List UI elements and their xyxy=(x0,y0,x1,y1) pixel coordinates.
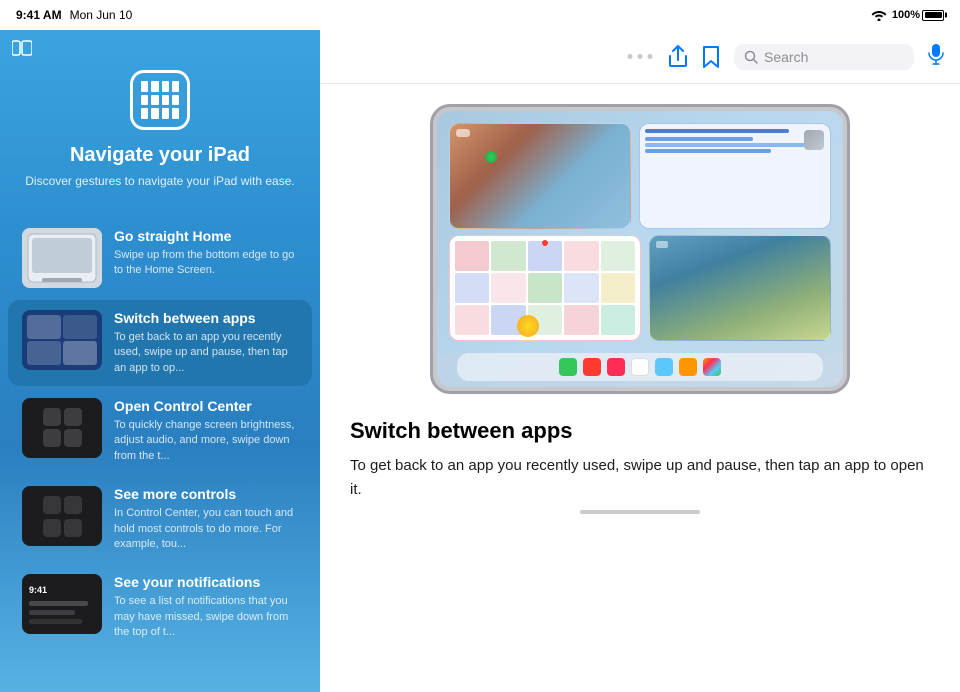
microphone-button[interactable] xyxy=(928,43,944,70)
sidebar-item-desc-more-controls: In Control Center, you can touch and hol… xyxy=(114,506,298,552)
sidebar-item-notifications[interactable]: 9:41 See your notifications To see a lis… xyxy=(8,564,312,650)
search-icon xyxy=(744,50,758,64)
layout-body: Navigate your iPad Discover gestures to … xyxy=(0,30,960,692)
article-area: Switch between apps To get back to an ap… xyxy=(320,84,960,692)
sidebar-subtitle: Discover gestures to navigate your iPad … xyxy=(20,173,300,190)
status-icons: 100% xyxy=(871,9,944,21)
sidebar-item-text-switch-apps: Switch between apps To get back to an ap… xyxy=(114,310,298,376)
sidebar-thumb-switch-apps xyxy=(22,310,102,370)
dock-icon-4 xyxy=(631,358,649,376)
sidebar-item-control-center[interactable]: Open Control Center To quickly change sc… xyxy=(8,388,312,474)
ipad-screen xyxy=(437,111,843,387)
app-card-contacts xyxy=(639,123,831,229)
circle-yellow xyxy=(517,315,539,337)
sidebar-item-desc-notifications: To see a list of notifications that you … xyxy=(114,594,298,640)
app-card-landscape xyxy=(449,123,631,229)
app-card-calendar xyxy=(449,235,641,341)
mic-icon xyxy=(928,43,944,65)
dock-icon-2 xyxy=(583,358,601,376)
sidebar-item-text-notifications: See your notifications To see a list of … xyxy=(114,574,298,640)
wifi-icon xyxy=(871,9,887,21)
sidebar-header: Navigate your iPad Discover gestures to … xyxy=(0,30,320,210)
battery-percentage: 100% xyxy=(892,9,920,21)
sidebar-item-title-control-center: Open Control Center xyxy=(114,398,298,414)
sidebar-item-desc-control-center: To quickly change screen brightness, adj… xyxy=(114,418,298,464)
multitask-grid xyxy=(437,111,843,353)
app-row-top xyxy=(449,123,831,229)
dock-icon-3 xyxy=(607,358,625,376)
dot-3 xyxy=(648,54,653,59)
dock-icon-6 xyxy=(679,358,697,376)
share-button[interactable] xyxy=(668,45,688,69)
search-input-label: Search xyxy=(764,49,808,65)
dock-icon-1 xyxy=(559,358,577,376)
pagination-dots xyxy=(628,54,653,59)
ipad-demo-illustration xyxy=(430,104,850,394)
sidebar-item-title-notifications: See your notifications xyxy=(114,574,298,590)
status-date: Mon Jun 10 xyxy=(70,8,133,22)
app-card-scene xyxy=(649,235,831,341)
sidebar-thumb-go-home xyxy=(22,228,102,288)
article-body: To get back to an app you recently used,… xyxy=(350,454,930,502)
sidebar-item-title-more-controls: See more controls xyxy=(114,486,298,502)
sidebar-item-desc-go-home: Swipe up from the bottom edge to go to t… xyxy=(114,248,298,279)
sidebar-header-icon xyxy=(130,70,190,130)
sidebar-item-go-home[interactable]: Go straight Home Swipe up from the botto… xyxy=(8,218,312,298)
main-content: Search xyxy=(320,30,960,692)
dock-icon-5 xyxy=(655,358,673,376)
home-indicator xyxy=(580,510,700,514)
dock-icon-7 xyxy=(703,358,721,376)
battery-indicator: 100% xyxy=(892,9,944,21)
sidebar-item-title-switch-apps: Switch between apps xyxy=(114,310,298,326)
ipad-dock xyxy=(457,353,823,381)
app-row-bottom xyxy=(449,235,831,341)
sidebar-toggle-button[interactable] xyxy=(12,40,32,61)
sidebar-item-desc-switch-apps: To get back to an app you recently used,… xyxy=(114,330,298,376)
toolbar-actions: Search xyxy=(668,43,944,70)
status-time: 9:41 AM xyxy=(16,8,62,22)
status-bar: 9:41 AM Mon Jun 10 100% xyxy=(0,0,960,30)
sidebar-title: Navigate your iPad xyxy=(20,144,300,167)
sidebar-thumb-notifications: 9:41 xyxy=(22,574,102,634)
bookmark-button[interactable] xyxy=(702,45,720,69)
sidebar-item-text-more-controls: See more controls In Control Center, you… xyxy=(114,486,298,552)
sidebar-item-title-go-home: Go straight Home xyxy=(114,228,298,244)
circle-green xyxy=(485,151,497,163)
dot-1 xyxy=(628,54,633,59)
ipad-frame: 9:41 AM Mon Jun 10 100% xyxy=(0,0,960,692)
sidebar-thumb-control-center xyxy=(22,398,102,458)
sidebar-item-more-controls[interactable]: See more controls In Control Center, you… xyxy=(8,476,312,562)
top-bar: Search xyxy=(320,30,960,84)
sidebar-item-text-go-home: Go straight Home Swipe up from the botto… xyxy=(114,228,298,279)
sidebar-item-switch-apps[interactable]: Switch between apps To get back to an ap… xyxy=(8,300,312,386)
sidebar-thumb-more-controls xyxy=(22,486,102,546)
dot-2 xyxy=(638,54,643,59)
search-bar[interactable]: Search xyxy=(734,44,914,70)
sidebar: Navigate your iPad Discover gestures to … xyxy=(0,30,320,692)
article-title: Switch between apps xyxy=(350,418,573,444)
sidebar-items-list: Go straight Home Swipe up from the botto… xyxy=(0,210,320,692)
sidebar-item-text-control-center: Open Control Center To quickly change sc… xyxy=(114,398,298,464)
